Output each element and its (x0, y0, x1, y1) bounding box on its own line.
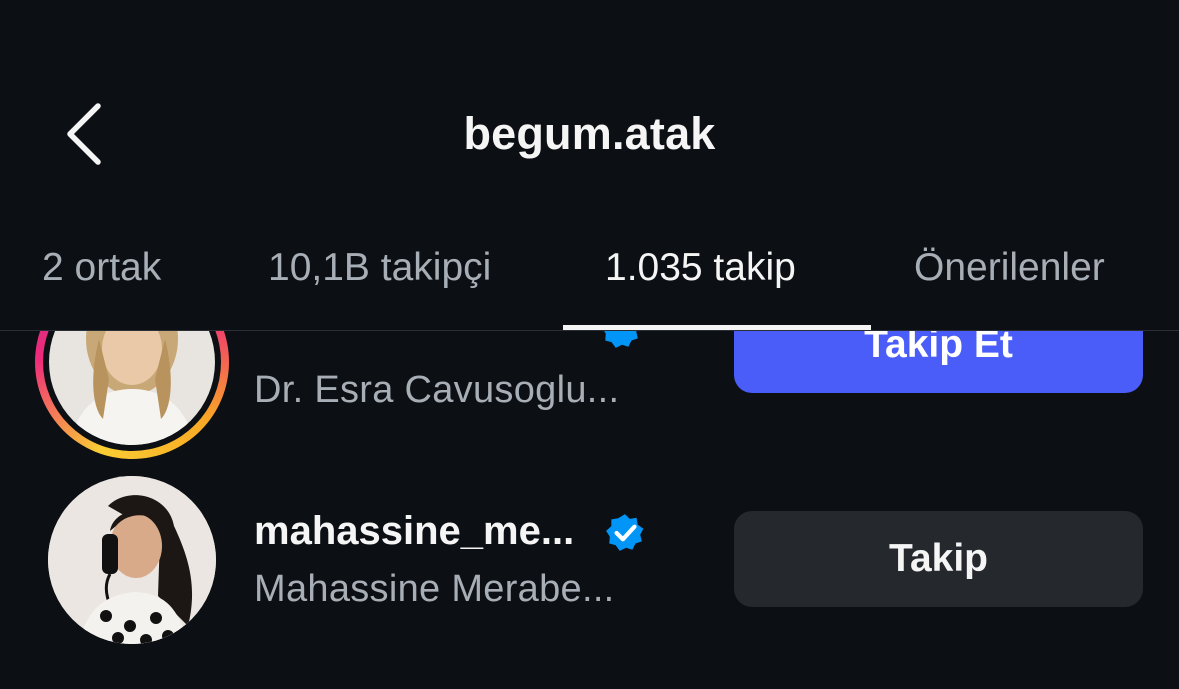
tab-suggested[interactable]: Önerilenler (914, 246, 1105, 290)
top-header: begum.atak (0, 0, 1179, 210)
list-item[interactable]: Dr. Esra Cavusoglu... Takip Et (0, 331, 1179, 459)
full-name: Mahassine Merabe... (254, 568, 615, 610)
active-tab-indicator (563, 325, 871, 330)
tab-followers[interactable]: 10,1B takipçi (268, 246, 491, 290)
tab-bar: 2 ortak 10,1B takipçi 1.035 takip Öneril… (0, 210, 1179, 331)
following-list: Dr. Esra Cavusoglu... Takip Et mahassine… (0, 331, 1179, 689)
list-item[interactable]: mahassine_me... Mahassine Merabe... Taki… (0, 476, 1179, 656)
page-title: begum.atak (463, 108, 716, 159)
following-button[interactable]: Takip (734, 511, 1143, 607)
full-name: Dr. Esra Cavusoglu... (254, 369, 620, 411)
verified-badge-icon (604, 331, 638, 348)
avatar[interactable] (48, 476, 216, 644)
tab-mutual[interactable]: 2 ortak (42, 246, 161, 290)
story-ring[interactable] (35, 331, 229, 459)
username[interactable]: mahassine_me... (254, 509, 574, 554)
tab-following[interactable]: 1.035 takip (605, 246, 796, 290)
follow-button[interactable]: Takip Et (734, 331, 1143, 393)
verified-badge-icon (606, 514, 644, 551)
